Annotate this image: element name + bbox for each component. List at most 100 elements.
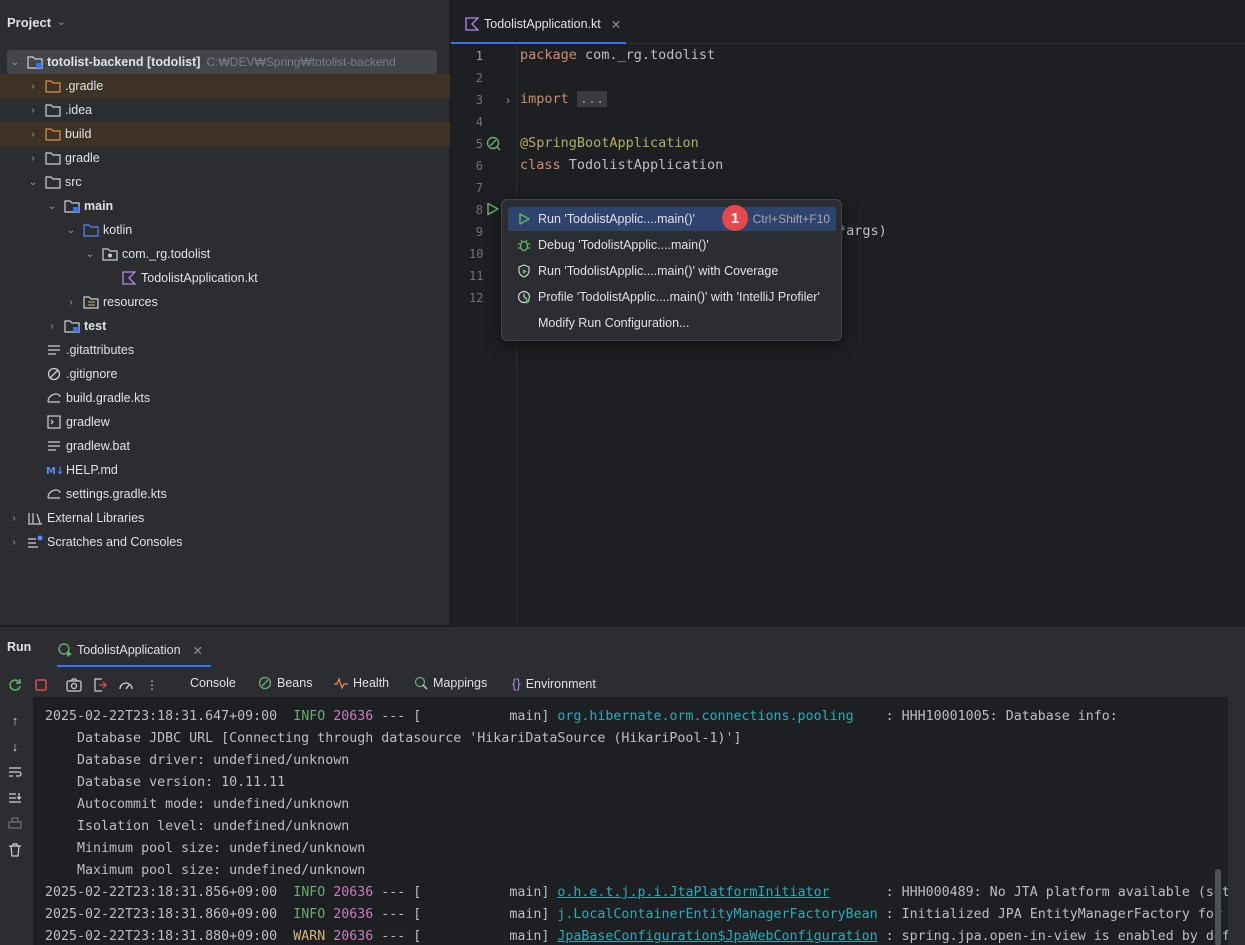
camera-icon[interactable] xyxy=(65,676,83,694)
tree-item-build-gradle-kts[interactable]: build.gradle.kts xyxy=(0,386,450,410)
more-options-icon[interactable]: ⋮ xyxy=(143,676,161,694)
tree-item-gitignore[interactable]: .gitignore xyxy=(0,362,450,386)
code-line-1[interactable]: package com._rg.todolist xyxy=(520,47,715,63)
menu-item-label: Debug 'TodolistApplic....main()' xyxy=(538,238,709,252)
chevron-right-icon[interactable]: › xyxy=(27,153,39,164)
tree-item-external-libraries[interactable]: › External Libraries xyxy=(0,506,450,530)
menu-item-run[interactable]: Run 'TodolistApplic....main()' Ctrl+Shif… xyxy=(508,207,836,231)
line-number: 3 xyxy=(475,93,483,107)
tree-item-label: settings.gradle.kts xyxy=(66,487,167,501)
menu-item-profile[interactable]: Profile 'TodolistApplic....main()' with … xyxy=(508,285,836,309)
tree-item-gitattributes[interactable]: .gitattributes xyxy=(0,338,450,362)
chevron-right-icon[interactable]: › xyxy=(27,81,39,92)
tree-item-label: Scratches and Consoles xyxy=(47,535,183,549)
arrow-up-icon[interactable]: ↑ xyxy=(6,711,24,729)
chevron-down-icon[interactable]: ⌄ xyxy=(57,17,65,28)
tree-item-gradlew[interactable]: gradlew xyxy=(0,410,450,434)
rerun-icon[interactable] xyxy=(6,676,24,694)
library-icon xyxy=(27,510,43,526)
code-line-3[interactable]: import ... xyxy=(520,91,608,107)
chevron-right-icon[interactable]: › xyxy=(8,537,20,548)
scroll-to-end-icon[interactable] xyxy=(6,789,24,807)
tab-beans[interactable]: Beans xyxy=(258,676,312,690)
log-message: : Initialized JPA EntityManagerFactory f… xyxy=(877,907,1228,922)
tree-item-build[interactable]: › build xyxy=(0,122,450,146)
run-gutter-icon[interactable] xyxy=(486,202,500,219)
module-folder-icon xyxy=(64,198,80,214)
mappings-icon xyxy=(414,676,428,690)
chevron-down-icon[interactable]: ⌄ xyxy=(84,249,96,260)
spring-bean-gutter-icon[interactable] xyxy=(486,136,502,155)
log-pid: 20636 xyxy=(333,885,374,900)
menu-item-shortcut: Ctrl+Shift+F10 xyxy=(752,212,830,226)
chevron-right-icon[interactable]: › xyxy=(65,297,77,308)
console-line: Autocommit mode: undefined/unknown xyxy=(45,797,350,812)
fold-chevron-icon[interactable]: › xyxy=(506,93,510,107)
tree-item-package[interactable]: ⌄ com._rg.todolist xyxy=(0,242,450,266)
chevron-down-icon[interactable]: ⌄ xyxy=(27,177,39,188)
run-tab-todolist-application[interactable]: TodolistApplication ✕ xyxy=(57,635,211,667)
exit-icon[interactable] xyxy=(91,676,109,694)
chevron-right-icon[interactable]: › xyxy=(27,129,39,140)
tree-item-test[interactable]: › test xyxy=(0,314,450,338)
tab-label: Console xyxy=(190,676,236,690)
menu-item-modify-run-config[interactable]: Modify Run Configuration... xyxy=(508,311,836,335)
chevron-right-icon[interactable]: › xyxy=(46,321,58,332)
tree-item-todolist-application[interactable]: TodolistApplication.kt xyxy=(0,266,450,290)
line-number: 1 xyxy=(475,49,483,63)
tab-health[interactable]: Health xyxy=(334,676,389,690)
print-icon[interactable] xyxy=(6,815,24,833)
menu-item-label: Profile 'TodolistApplic....main()' with … xyxy=(538,290,820,304)
gauge-icon[interactable] xyxy=(117,676,135,694)
module-folder-icon xyxy=(27,54,43,70)
tree-item-settings-gradle-kts[interactable]: settings.gradle.kts xyxy=(0,482,450,506)
editor-tab-todolist-application[interactable]: TodolistApplication.kt ✕ xyxy=(451,6,626,44)
project-view-selector[interactable]: Project ⌄ xyxy=(0,0,449,44)
tree-item-kotlin[interactable]: ⌄ kotlin xyxy=(0,218,450,242)
code-line-6[interactable]: class TodolistApplication xyxy=(520,157,723,173)
folder-icon xyxy=(45,174,61,190)
ignore-file-icon xyxy=(46,366,62,382)
line-number: 11 xyxy=(469,269,484,283)
tree-item-gradlew-bat[interactable]: gradlew.bat xyxy=(0,434,450,458)
tree-item-help-md[interactable]: M↓ HELP.md xyxy=(0,458,450,482)
shell-script-icon xyxy=(46,414,62,430)
gradle-file-icon xyxy=(46,486,62,502)
tree-item-scratches[interactable]: › Scratches and Consoles xyxy=(0,530,450,554)
menu-item-debug[interactable]: Debug 'TodolistApplic....main()' xyxy=(508,233,836,257)
folded-imports[interactable]: ... xyxy=(576,91,608,107)
chevron-down-icon[interactable]: ⌄ xyxy=(46,201,58,212)
console-scrollbar[interactable] xyxy=(1215,869,1221,945)
editor-tab-label: TodolistApplication.kt xyxy=(484,17,601,31)
trash-icon[interactable] xyxy=(6,841,24,859)
tree-item-resources[interactable]: › resources xyxy=(0,290,450,314)
soft-wrap-icon[interactable] xyxy=(6,763,24,781)
tree-item-label: HELP.md xyxy=(66,463,118,477)
tab-console[interactable]: Console xyxy=(190,676,236,690)
chevron-right-icon[interactable]: › xyxy=(27,105,39,116)
arrow-down-icon[interactable]: ↓ xyxy=(6,737,24,755)
close-icon[interactable]: ✕ xyxy=(193,643,203,658)
code-line-5[interactable]: @SpringBootApplication xyxy=(520,135,699,151)
tree-item-gradle[interactable]: › gradle xyxy=(0,146,450,170)
tree-item-label: gradle xyxy=(65,151,100,165)
tree-item-idea[interactable]: › .idea xyxy=(0,98,450,122)
code-keyword: import xyxy=(520,91,569,107)
chevron-right-icon[interactable]: › xyxy=(8,513,20,524)
log-logger-link[interactable]: JpaBaseConfiguration$JpaWebConfiguration xyxy=(557,929,877,944)
tab-mappings[interactable]: Mappings xyxy=(414,676,487,690)
code-line-10-tail[interactable]: *args) xyxy=(838,223,887,239)
tree-item-gradle-dir[interactable]: › .gradle xyxy=(0,74,450,98)
tree-item-src[interactable]: ⌄ src xyxy=(0,170,450,194)
editor-tab-bar: TodolistApplication.kt ✕ xyxy=(451,0,1245,44)
chevron-down-icon[interactable]: ⌄ xyxy=(9,57,21,68)
tree-item-root[interactable]: ⌄ totolist-backend [todolist] C:₩DEV₩Spr… xyxy=(7,50,437,74)
chevron-down-icon[interactable]: ⌄ xyxy=(65,225,77,236)
tree-item-main[interactable]: ⌄ main xyxy=(0,194,450,218)
console-output[interactable]: ────────────────────────────────────────… xyxy=(33,697,1228,945)
menu-item-run-coverage[interactable]: Run 'TodolistApplic....main()' with Cove… xyxy=(508,259,836,283)
log-logger-link[interactable]: o.h.e.t.j.p.i.JtaPlatformInitiator xyxy=(557,885,829,900)
tab-environment[interactable]: {} Environment xyxy=(512,676,596,691)
stop-icon[interactable] xyxy=(32,676,50,694)
close-icon[interactable]: ✕ xyxy=(611,17,621,32)
